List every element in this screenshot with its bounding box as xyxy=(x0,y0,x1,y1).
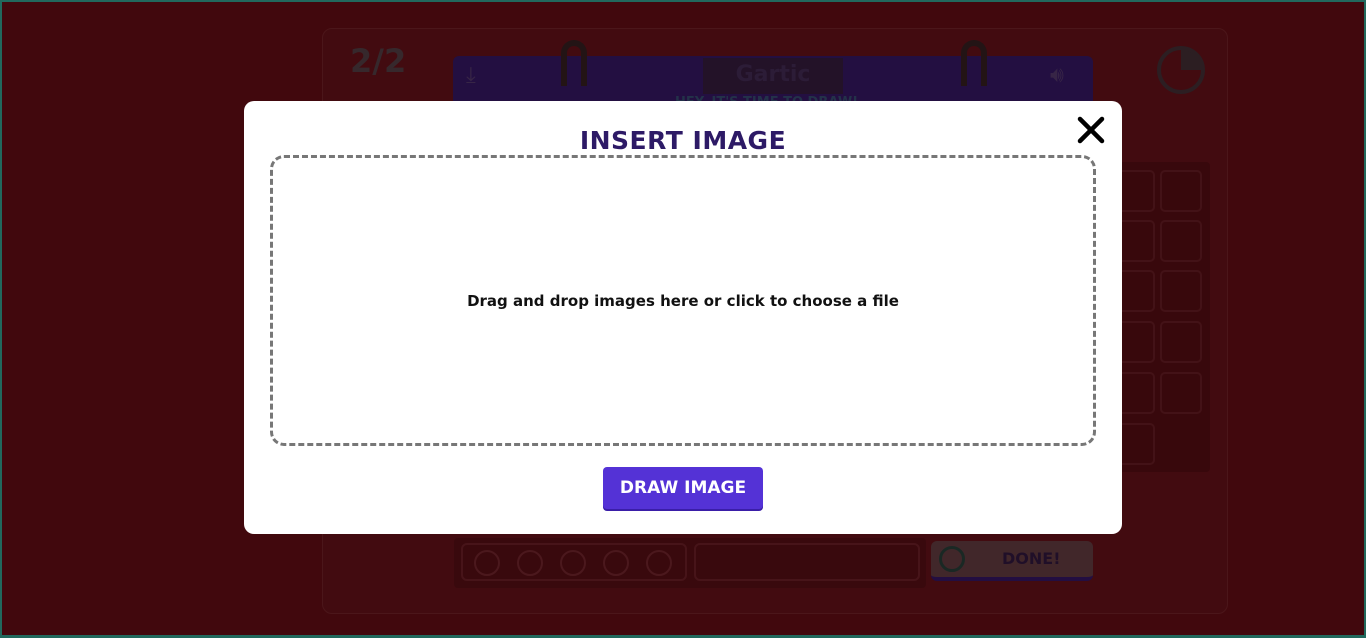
modal-title: INSERT IMAGE xyxy=(579,126,787,155)
close-button[interactable] xyxy=(1075,114,1107,146)
insert-image-modal: INSERT IMAGE Drag and drop images here o… xyxy=(244,101,1122,534)
draw-image-button[interactable]: DRAW IMAGE xyxy=(603,467,763,509)
dropzone-text: Drag and drop images here or click to ch… xyxy=(467,292,899,310)
image-dropzone[interactable]: Drag and drop images here or click to ch… xyxy=(270,155,1096,446)
close-icon xyxy=(1077,116,1105,144)
